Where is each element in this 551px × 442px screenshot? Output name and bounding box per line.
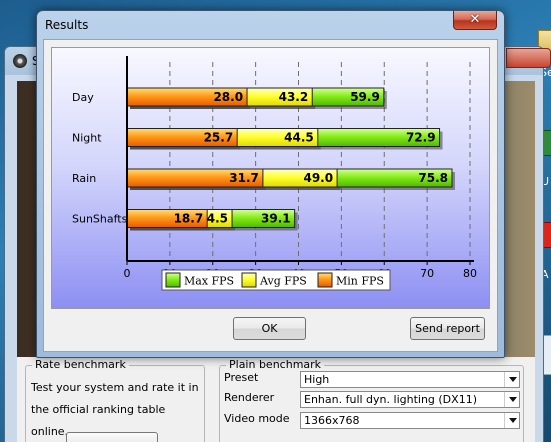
- data-label-min-fps-night: 25.7: [204, 131, 234, 145]
- plain-benchmark-group: Plain benchmark Preset High Renderer Enh…: [219, 358, 524, 442]
- results-dialog: Results ✕ 59.9 43.2 28.0 72.9 44.5 25.7 7: [36, 10, 505, 358]
- send-report-button[interactable]: Send report: [410, 317, 485, 340]
- x-tick-label: 80: [463, 267, 477, 280]
- data-label-min-fps-rain: 31.7: [229, 171, 259, 185]
- legend-label-min-fps: Min FPS: [336, 275, 384, 288]
- rate-benchmark-group: Rate benchmark Test your system and rate…: [25, 358, 205, 442]
- data-label-avg-fps-day: 43.2: [279, 90, 309, 104]
- category-label-rain: Rain: [72, 172, 96, 185]
- renderer-dropdown[interactable]: Enhan. full dyn. lighting (DX11): [300, 391, 520, 408]
- rate-benchmark-button[interactable]: [66, 432, 158, 442]
- legend-swatch-min-fps: [317, 272, 333, 288]
- category-label-night: Night: [72, 132, 102, 145]
- chevron-down-icon[interactable]: [504, 372, 519, 387]
- fps-chart-svg: 59.9 43.2 28.0 72.9 44.5 25.7 75.8 49.0 31.7 39.1…: [72, 56, 477, 291]
- legend-swatch-avg-fps: [241, 272, 257, 288]
- fps-chart: 59.9 43.2 28.0 72.9 44.5 25.7 75.8 49.0 31.7 39.1…: [51, 47, 490, 309]
- category-label-sunshafts: SunShafts: [72, 213, 128, 226]
- data-label-max-fps-rain: 75.8: [418, 171, 448, 185]
- app-icon: [13, 54, 27, 68]
- chevron-down-icon[interactable]: [504, 392, 519, 407]
- legend-label-max-fps: Max FPS: [184, 275, 234, 288]
- category-label-day: Day: [72, 91, 94, 104]
- video-mode-label: Video mode: [224, 412, 290, 425]
- data-label-min-fps-sunshafts: 18.7: [174, 212, 204, 226]
- chevron-down-icon[interactable]: [504, 413, 519, 428]
- dialog-close-button[interactable]: ✕: [453, 11, 497, 30]
- dialog-body: 59.9 43.2 28.0 72.9 44.5 25.7 75.8 49.0 31.7 39.1…: [43, 39, 498, 352]
- video-mode-dropdown[interactable]: 1366x768: [300, 412, 520, 429]
- x-tick-label: 70: [420, 267, 434, 280]
- legend-label-avg-fps: Avg FPS: [259, 275, 307, 288]
- close-icon: ✕: [469, 12, 481, 27]
- video-mode-value: 1366x768: [304, 414, 360, 427]
- main-window-close-button[interactable]: [506, 48, 551, 68]
- benchmark-settings-panel: Rate benchmark Test your system and rate…: [17, 357, 535, 442]
- x-tick-label: 0: [124, 267, 131, 280]
- data-label-avg-fps-night: 44.5: [284, 131, 314, 145]
- data-label-min-fps-day: 28.0: [213, 90, 243, 104]
- preset-label: Preset: [224, 371, 259, 384]
- preset-value: High: [304, 373, 330, 386]
- renderer-value: Enhan. full dyn. lighting (DX11): [304, 393, 477, 406]
- renderer-label: Renderer: [224, 391, 275, 404]
- data-label-max-fps-night: 72.9: [406, 131, 436, 145]
- data-label-avg-fps-sunshafts: 4.5: [207, 212, 228, 226]
- data-label-max-fps-sunshafts: 39.1: [261, 212, 291, 226]
- data-label-max-fps-day: 59.9: [350, 90, 380, 104]
- data-label-avg-fps-rain: 49.0: [303, 171, 333, 185]
- preset-dropdown[interactable]: High: [300, 371, 520, 388]
- dialog-title: Results: [45, 18, 89, 32]
- plain-benchmark-title: Plain benchmark: [226, 358, 325, 371]
- rate-benchmark-title: Rate benchmark: [32, 358, 129, 371]
- legend-swatch-max-fps: [165, 272, 181, 288]
- ok-button[interactable]: OK: [233, 317, 306, 340]
